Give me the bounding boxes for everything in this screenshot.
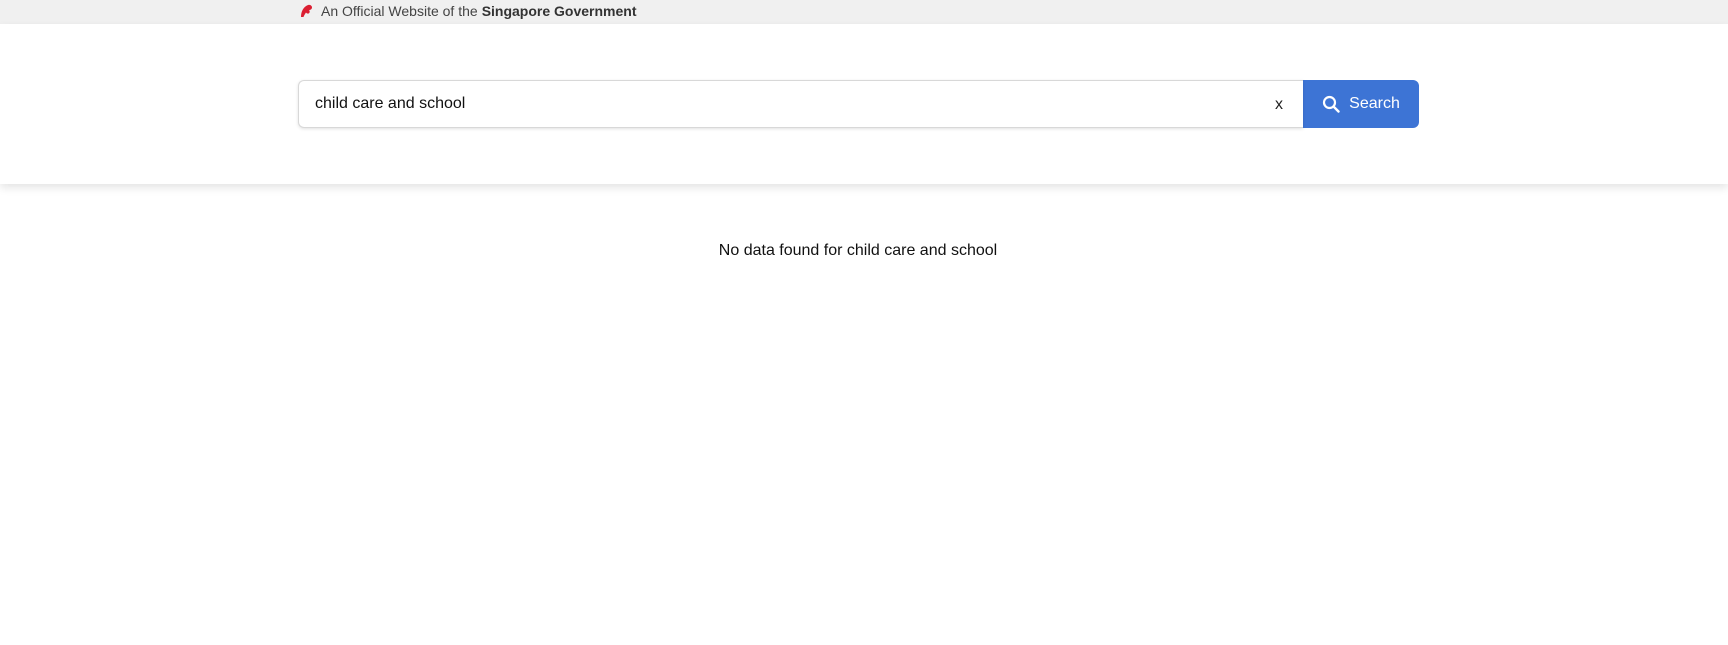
search-button-label: Search	[1349, 95, 1400, 112]
singapore-lion-icon	[298, 3, 314, 19]
masthead-content: An Official Website of the Singapore Gov…	[298, 0, 637, 22]
search-section: x Search	[0, 24, 1728, 184]
search-icon	[1322, 95, 1340, 113]
government-masthead: An Official Website of the Singapore Gov…	[0, 0, 1728, 24]
search-button[interactable]: Search	[1303, 80, 1419, 128]
search-bar: x Search	[298, 80, 1419, 128]
search-field-container: x	[298, 80, 1303, 128]
no-results-message: No data found for child care and school	[718, 242, 998, 259]
search-input[interactable]	[299, 81, 1303, 127]
clear-search-button[interactable]: x	[1267, 93, 1291, 117]
masthead-prefix: An Official Website of the	[321, 3, 478, 19]
masthead-government-name: Singapore Government	[481, 3, 637, 19]
